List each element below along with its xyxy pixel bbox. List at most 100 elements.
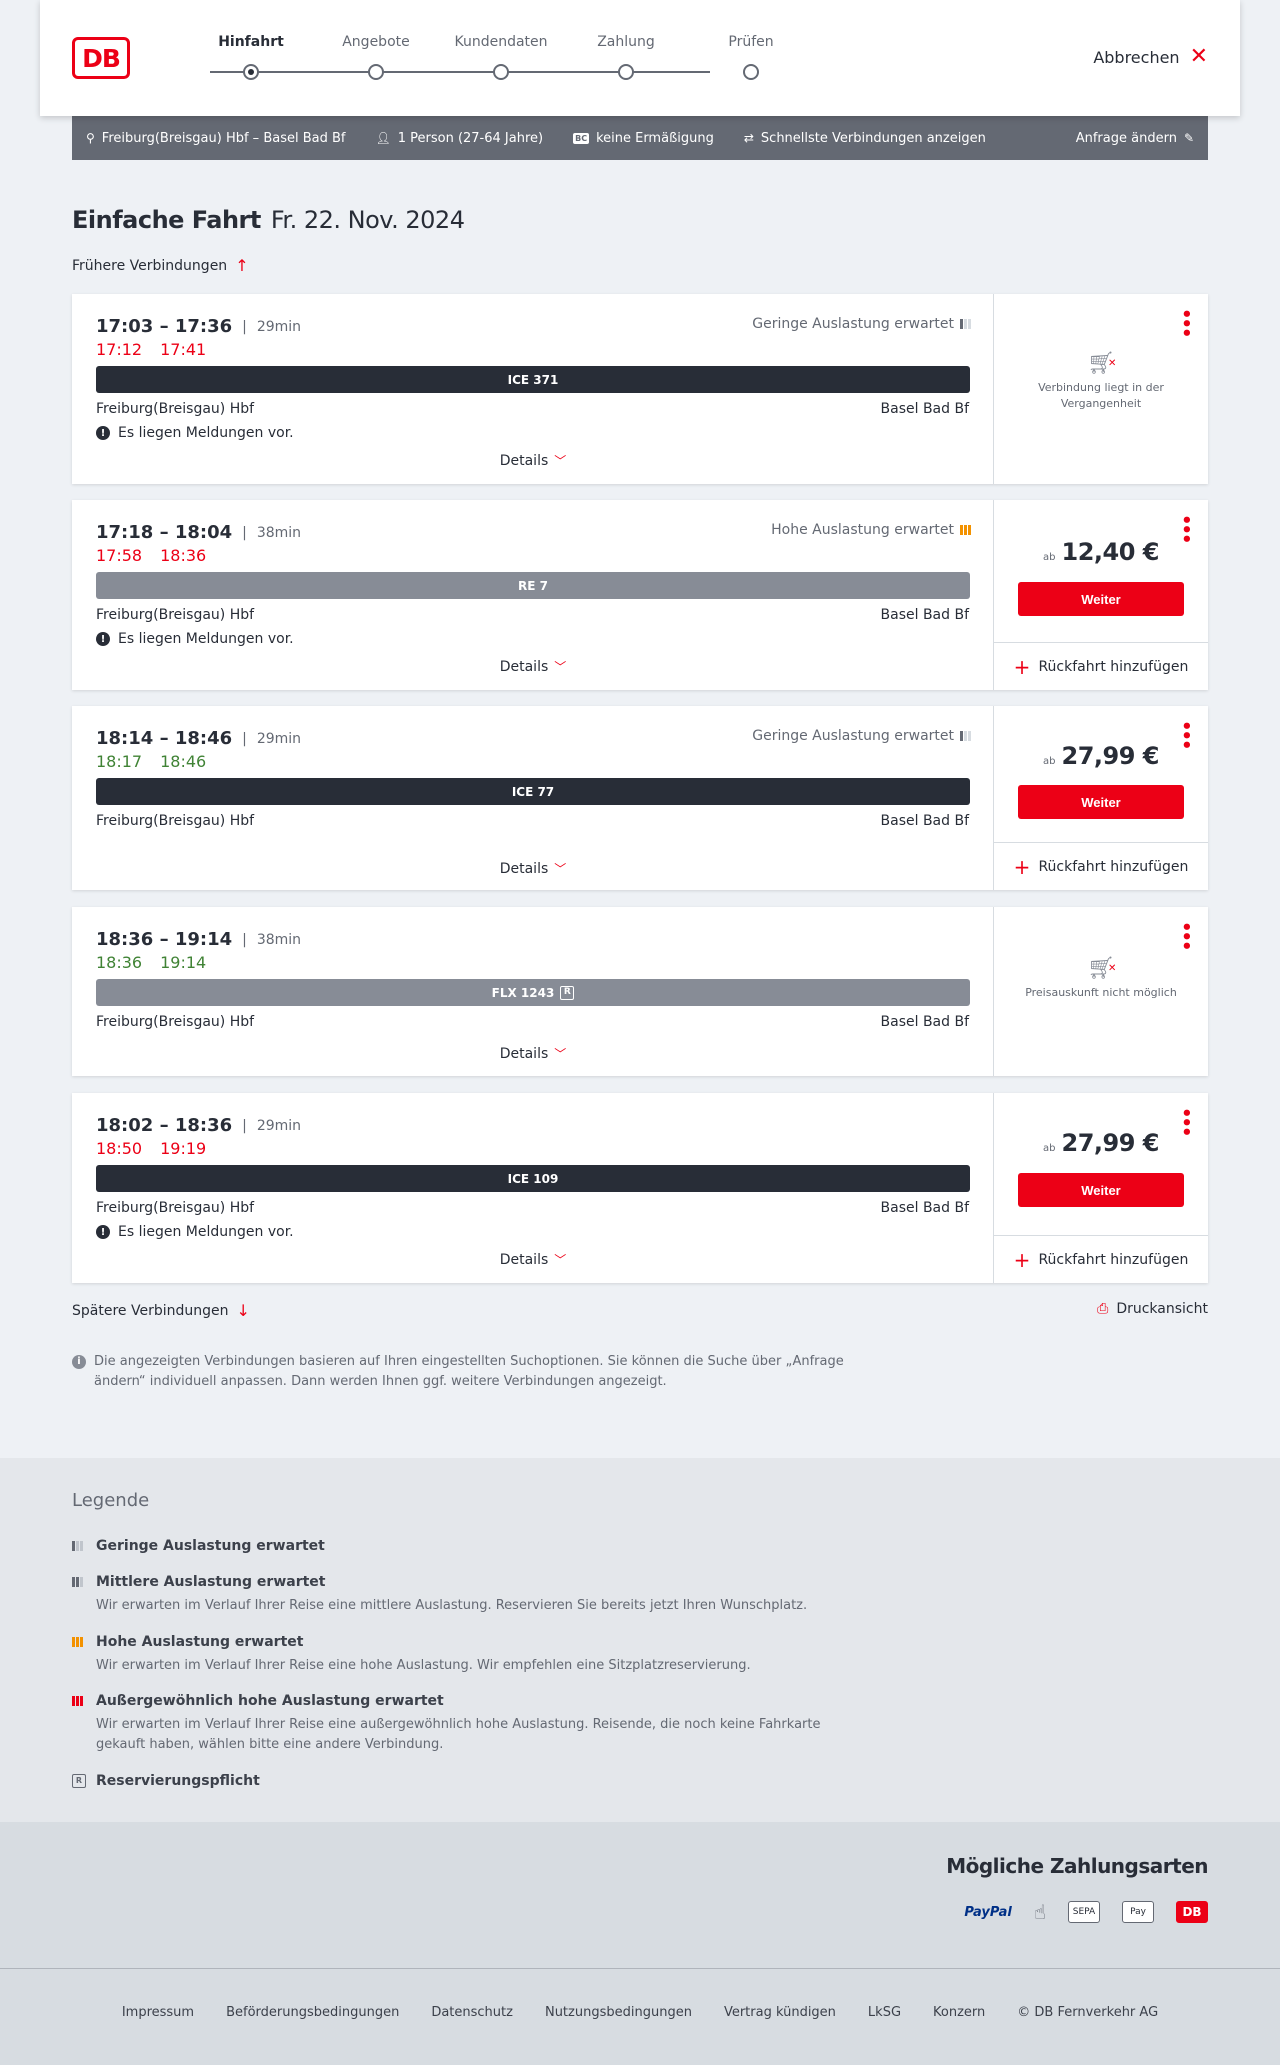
separator: | — [242, 730, 247, 747]
realtime-arrival: 18:46 — [160, 752, 207, 771]
separator: | — [242, 524, 247, 541]
train-bar[interactable]: RE 7 — [96, 572, 970, 599]
offer-panel: ••• 🛒︎ ✕ Preisauskunft nicht möglich — [994, 907, 1208, 1076]
connection-card: 17:03 – 17:36 | 29min 17:12 17:41 Geringe A… — [72, 294, 1208, 484]
message-text: Es liegen Meldungen vor. — [118, 425, 294, 441]
details-toggle[interactable]: Details ﹀ — [72, 452, 994, 469]
step-zahlung: Zahlung — [563, 34, 689, 80]
occupancy-high-icon — [72, 1637, 88, 1647]
duration: 29min — [256, 318, 302, 335]
info-icon: i — [72, 1355, 86, 1369]
departure-station: Freiburg(Breisgau) Hbf — [96, 1014, 255, 1030]
weiter-button[interactable]: Weiter — [1018, 785, 1184, 819]
chevron-down-icon: ﹀ — [554, 1253, 567, 1267]
connection-times: 17:03 – 17:36 | 29min — [96, 316, 301, 337]
edit-search-label: Anfrage ändern — [1075, 130, 1177, 146]
sepa-icon: SEPA — [1068, 1901, 1100, 1923]
train-bar[interactable]: ICE 109 — [96, 1165, 970, 1192]
cart-unavailable-icon: 🛒︎ ✕ — [1087, 351, 1117, 376]
footer-link-nutzungsbedingungen[interactable]: Nutzungsbedingungen — [545, 2005, 692, 2020]
details-toggle[interactable]: Details ﹀ — [72, 658, 994, 675]
footer-link-datenschutz[interactable]: Datenschutz — [431, 2005, 513, 2020]
connection-times: 18:36 – 19:14 | 38min — [96, 929, 301, 950]
occupancy-medium-icon — [72, 1577, 88, 1587]
realtime-departure: 17:12 — [96, 340, 143, 359]
footer-link-lksg[interactable]: LkSG — [868, 2005, 901, 2020]
realtime-times: 18:36 19:14 — [96, 953, 224, 972]
trip-date: Fr. 22. Nov. 2024 — [270, 206, 465, 234]
step-label: Angebote — [342, 34, 410, 50]
message-text: Es liegen Meldungen vor. — [118, 631, 294, 647]
train-name: ICE 109 — [507, 1171, 559, 1186]
departure-station: Freiburg(Breisgau) Hbf — [96, 607, 255, 623]
step-pruefen: Prüfen — [688, 34, 814, 80]
more-options-icon[interactable]: ••• — [1175, 921, 1196, 950]
connection-info: 17:18 – 18:04 | 38min 17:58 18:36 Hohe Ausl… — [72, 500, 994, 690]
chevron-down-icon: ﹀ — [554, 1047, 567, 1061]
realtime-times: 17:12 17:41 — [96, 340, 224, 359]
occupancy-text: Geringe Auslastung erwartet — [752, 728, 954, 744]
legend-item-title: Außergewöhnlich hohe Auslastung erwartet — [96, 1693, 444, 1709]
weiter-button[interactable]: Weiter — [1018, 582, 1184, 616]
cart-unavailable-icon: 🛒︎ ✕ — [1087, 956, 1117, 981]
connection-card: 17:18 – 18:04 | 38min 17:58 18:36 Hohe Ausl… — [72, 500, 1208, 690]
planned-times: 18:02 – 18:36 — [96, 1115, 233, 1136]
realtime-departure: 18:36 — [96, 953, 143, 972]
price: ab 12,40 € — [994, 538, 1208, 566]
train-bar[interactable]: ICE 371 — [96, 366, 970, 393]
realtime-arrival: 18:36 — [160, 546, 207, 565]
realtime-arrival: 19:19 — [160, 1139, 207, 1158]
step-dot — [618, 64, 634, 80]
details-toggle[interactable]: Details ﹀ — [72, 860, 994, 877]
details-label: Details — [499, 453, 549, 469]
offer-status-text: Preisauskunft nicht möglich — [1025, 986, 1177, 999]
earlier-connections-link[interactable]: Frühere Verbindungen ↑ — [72, 256, 249, 275]
train-name: ICE 77 — [511, 784, 555, 799]
arrival-station: Basel Bad Bf — [880, 813, 969, 829]
footer-link-konzern[interactable]: Konzern — [933, 2005, 985, 2020]
train-bar[interactable]: FLX 1243 R — [96, 979, 970, 1006]
legend-item-desc: Wir erwarten im Verlauf Ihrer Reise eine… — [96, 1717, 821, 1752]
more-options-icon[interactable]: ••• — [1175, 308, 1196, 337]
step-dot — [493, 64, 509, 80]
later-connections-link[interactable]: Spätere Verbindungen ↓ — [72, 1301, 250, 1320]
details-toggle[interactable]: Details ﹀ — [72, 1251, 994, 1268]
add-return-button[interactable]: + Rückfahrt hinzufügen — [994, 642, 1208, 690]
note-text: Die angezeigten Verbindungen basieren au… — [94, 1354, 844, 1389]
payment-methods-section: Mögliche Zahlungsarten PayPal ☝ SEPA Pay… — [0, 1822, 1280, 1968]
details-label: Details — [499, 1252, 549, 1268]
planned-times: 17:03 – 17:36 — [96, 316, 233, 337]
apple-pay-icon: Pay — [1122, 1901, 1154, 1923]
print-view-link[interactable]: ⎙ Druckansicht — [1097, 1301, 1208, 1317]
edit-search-button[interactable]: Anfrage ändern ✎ — [1076, 131, 1194, 146]
separator: | — [242, 931, 247, 948]
connection-info: 18:36 – 19:14 | 38min 18:36 19:14 FLX 1243 R… — [72, 907, 994, 1076]
cancel-label: Abbrechen — [1093, 47, 1180, 67]
add-return-button[interactable]: + Rückfahrt hinzufügen — [994, 1235, 1208, 1283]
alert-icon: ! — [96, 1225, 110, 1239]
connection-card: 18:14 – 18:46 | 29min 18:17 18:46 Geringe A… — [72, 706, 1208, 890]
connection-times: 17:18 – 18:04 | 38min — [96, 522, 301, 543]
occupancy-indicator: Geringe Auslastung erwartet — [752, 316, 971, 332]
footer-link-vertrag-kuendigen[interactable]: Vertrag kündigen — [724, 2005, 836, 2020]
legend-item: Hohe Auslastung erwartet Wir erwarten im… — [72, 1634, 872, 1676]
message-notice: ! Es liegen Meldungen vor. — [96, 425, 294, 441]
print-label: Druckansicht — [1116, 1301, 1208, 1317]
search-summary-bar: ⚲ Freiburg(Breisgau) Hbf – Basel Bad Bf 👤… — [72, 116, 1208, 160]
footer-link-impressum[interactable]: Impressum — [122, 2005, 194, 2020]
cancel-button[interactable]: Abbrechen ✕ — [1093, 46, 1208, 68]
close-icon: ✕ — [1189, 44, 1208, 69]
train-bar[interactable]: ICE 77 — [96, 778, 970, 805]
offer-panel: ••• ab 27,99 € Weiter + Rückfahrt hinzufüg… — [994, 706, 1208, 890]
connection-card: 18:02 – 18:36 | 29min 18:50 19:19 ICE 109 F… — [72, 1093, 1208, 1283]
step-dot — [368, 64, 384, 80]
add-return-button[interactable]: + Rückfahrt hinzufügen — [994, 842, 1208, 890]
connection-info: 18:02 – 18:36 | 29min 18:50 19:19 ICE 109 F… — [72, 1093, 994, 1283]
alert-icon: ! — [96, 426, 110, 440]
db-logo[interactable]: DB — [72, 37, 130, 79]
weiter-button[interactable]: Weiter — [1018, 1173, 1184, 1207]
fastest-connections-toggle[interactable]: ⇄ Schnellste Verbindungen anzeigen — [744, 131, 986, 146]
details-toggle[interactable]: Details ﹀ — [72, 1045, 994, 1062]
chevron-down-icon: ﹀ — [554, 862, 567, 876]
footer-link-befoerderungsbedingungen[interactable]: Beförderungsbedingungen — [226, 2005, 399, 2020]
